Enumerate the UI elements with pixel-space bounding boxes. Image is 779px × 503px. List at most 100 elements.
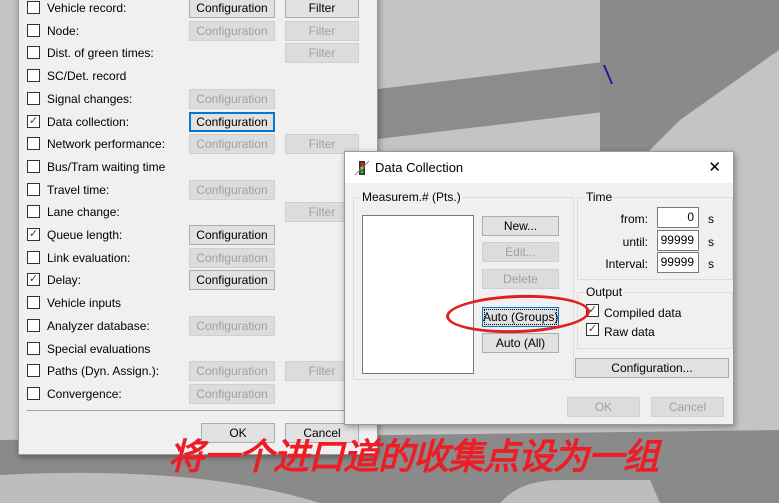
configuration-button[interactable]: Configuration [189,134,275,155]
configuration-button[interactable]: Configuration [189,20,275,41]
evaluation-label: Bus/Tram waiting time [47,159,166,174]
evaluation-label: Data collection: [47,114,130,129]
cancel-button[interactable]: Cancel [651,397,724,417]
evaluation-row: Analyzer database: Configuration [27,315,367,336]
evaluation-row: ✓ Data collection: Configuration [27,111,367,132]
until-input[interactable]: 99999 [657,230,699,251]
configuration-button[interactable]: Configuration [189,179,275,200]
configuration-button[interactable]: Configuration [189,111,275,132]
until-label: until: [622,235,648,249]
edit-button[interactable]: Edit... [482,242,559,262]
close-icon[interactable]: ✕ [708,158,721,176]
evaluation-checkbox[interactable] [27,296,40,310]
evaluation-label: Vehicle record: [47,1,127,15]
annotation-caption: 将一个进口道的收集点设为一组 [168,437,659,478]
evaluation-checkbox[interactable] [27,182,40,196]
separator [27,410,369,411]
evaluation-label: Special evaluations [47,341,151,356]
title-bar: Data Collection ✕ [345,152,733,183]
output-group: Output ✓ Compiled data ✓ Raw data [577,285,733,349]
group-label: Time [584,190,615,204]
raw-data-checkbox[interactable]: ✓ [586,323,599,336]
ok-button[interactable]: OK [567,397,640,417]
evaluation-row: Paths (Dyn. Assign.): Configuration Filter [27,361,367,382]
configuration-button[interactable]: Configuration [189,0,275,18]
new-button[interactable]: New... [482,216,559,236]
signal-head-icon [355,160,369,176]
evaluation-checkbox[interactable] [27,1,40,14]
evaluation-checkbox[interactable] [27,46,40,60]
evaluation-label: Signal changes: [47,91,133,106]
evaluation-row: ✓ Queue length: Configuration [27,225,367,245]
evaluation-row: Convergence: Configuration [27,383,367,404]
filter-button[interactable]: Filter [285,43,359,64]
evaluation-checkbox[interactable]: ✓ [27,273,40,287]
evaluation-checkbox[interactable] [27,205,40,219]
evaluation-checkbox[interactable] [27,341,40,355]
evaluation-checkbox[interactable] [27,364,40,378]
time-group: Time from: 0 s until: 99999 s Interval: … [577,190,733,280]
from-label: from: [620,212,648,226]
interval-input[interactable]: 99999 [657,252,699,273]
evaluation-row: SC/Det. record [27,66,367,86]
evaluations-dialog: Vehicle record: Configuration Filter Node: C… [18,0,378,455]
evaluation-row: Vehicle record: Configuration Filter [27,0,367,18]
evaluation-label: Node: [47,23,80,38]
filter-button[interactable]: Filter [285,20,359,41]
evaluation-label: SC/Det. record [47,69,127,84]
evaluation-label: Paths (Dyn. Assign.): [47,364,160,379]
from-input[interactable]: 0 [657,207,699,228]
evaluation-row: Lane change: Filter [27,202,367,223]
raw-data-label: Raw data [604,325,655,339]
evaluation-label: Network performance: [47,137,166,152]
evaluation-checkbox[interactable]: ✓ [27,114,40,128]
auto-all-button[interactable]: Auto (All) [482,333,559,353]
configuration-button[interactable]: Configuration [189,270,275,291]
evaluation-label: Vehicle inputs [47,296,122,311]
evaluation-label: Travel time: [47,182,110,197]
filter-button[interactable]: Filter [285,0,359,18]
evaluation-label: Analyzer database: [47,318,150,333]
delete-button[interactable]: Delete [482,269,559,289]
evaluation-checkbox[interactable] [27,137,40,151]
evaluation-checkbox[interactable]: ✓ [27,228,40,241]
evaluation-row: Vehicle inputs [27,293,367,313]
measurement-list[interactable] [362,215,474,374]
configuration-button[interactable]: Configuration [189,247,275,268]
evaluation-row: Dist. of green times: Filter [27,43,367,64]
configuration-button[interactable]: Configuration... [575,358,729,378]
evaluation-row: Node: Configuration Filter [27,20,367,41]
evaluation-label: Dist. of green times: [47,46,154,61]
compiled-data-label: Compiled data [604,306,682,320]
configuration-button[interactable]: Configuration [189,315,275,336]
unit-label: s [708,235,714,249]
evaluation-label: Queue length: [47,228,123,242]
evaluation-checkbox[interactable] [27,91,40,105]
configuration-button[interactable]: Configuration [189,225,275,245]
evaluation-checkbox[interactable] [27,159,40,173]
evaluation-label: Lane change: [47,205,120,220]
unit-label: s [708,212,714,226]
dialog-title: Data Collection [375,160,464,175]
evaluation-checkbox[interactable] [27,386,40,400]
evaluation-checkbox[interactable] [27,250,40,264]
evaluation-label: Link evaluation: [47,250,131,265]
configuration-button[interactable]: Configuration [189,383,275,404]
interval-label: Interval: [605,257,648,271]
configuration-button[interactable]: Configuration [189,361,275,382]
evaluation-row: Special evaluations [27,339,367,359]
evaluation-label: Convergence: [47,386,122,401]
evaluation-row: ✓ Delay: Configuration [27,270,367,291]
evaluation-row: Travel time: Configuration [27,179,367,200]
evaluation-row: Bus/Tram waiting time [27,157,367,177]
evaluation-checkbox[interactable] [27,69,40,83]
group-label: Output [584,285,625,299]
configuration-button[interactable]: Configuration [189,88,275,109]
unit-label: s [708,257,714,271]
evaluation-row: Link evaluation: Configuration [27,247,367,268]
evaluation-checkbox[interactable] [27,318,40,332]
evaluation-row: Signal changes: Configuration [27,88,367,109]
evaluation-checkbox[interactable] [27,23,40,37]
evaluation-label: Delay: [47,273,82,288]
group-label: Measurem.# (Pts.) [360,190,463,204]
